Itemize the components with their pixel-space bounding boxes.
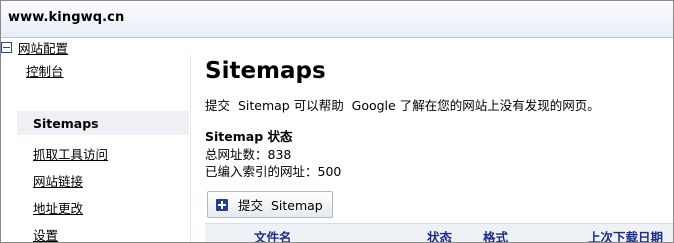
sidebar-item-sitelinks[interactable]: 网站链接: [33, 171, 83, 190]
sidebar-group-site-config[interactable]: 网站配置: [1, 38, 189, 57]
sidebar-item-settings[interactable]: 设置: [33, 225, 58, 242]
site-url: www.kingwq.cn: [8, 10, 125, 25]
column-header-last-download[interactable]: 上次下载日期: [588, 227, 663, 242]
sidebar-item-dashboard[interactable]: 控制台: [26, 61, 64, 80]
sitemap-status-heading: Sitemap 状态: [205, 129, 293, 144]
column-header-format[interactable]: 格式: [483, 227, 508, 242]
collapse-minus-icon[interactable]: [1, 42, 12, 53]
sidebar-item-change-of-address[interactable]: 地址更改: [33, 198, 83, 217]
top-bar: www.kingwq.cn: [1, 1, 673, 38]
column-header-status[interactable]: 状态: [427, 227, 452, 242]
column-header-filename[interactable]: 文件名: [254, 227, 292, 242]
main-content: Sitemaps 提交 Sitemap 可以帮助 Google 了解在您的网站上…: [205, 38, 673, 242]
sidebar-item-sitemaps[interactable]: Sitemaps: [17, 111, 189, 135]
sidebar: 控制台 网站配置 Sitemaps 抓取工具访问 网站链接 地址更改 设置: [1, 38, 189, 242]
sidebar-item-crawler-access[interactable]: 抓取工具访问: [33, 144, 108, 163]
sidebar-group-label[interactable]: 网站配置: [18, 38, 68, 57]
plus-icon: [216, 198, 228, 211]
sitemap-table-header: 文件名 状态 格式 上次下载日期: [205, 223, 673, 242]
browser-frame: www.kingwq.cn 控制台 网站配置 Sitemaps 抓取工具访问 网…: [0, 0, 674, 243]
indexed-urls-stat: 已编入索引的网址：500: [205, 164, 342, 179]
sidebar-item-label: Sitemaps: [33, 116, 99, 131]
intro-text: 提交 Sitemap 可以帮助 Google 了解在您的网站上没有发现的网页。: [205, 98, 600, 113]
submit-sitemap-button[interactable]: 提交 Sitemap: [207, 191, 333, 218]
page-title: Sitemaps: [205, 58, 326, 84]
sidebar-divider: [190, 55, 191, 242]
submit-sitemap-label: 提交 Sitemap: [238, 198, 323, 213]
